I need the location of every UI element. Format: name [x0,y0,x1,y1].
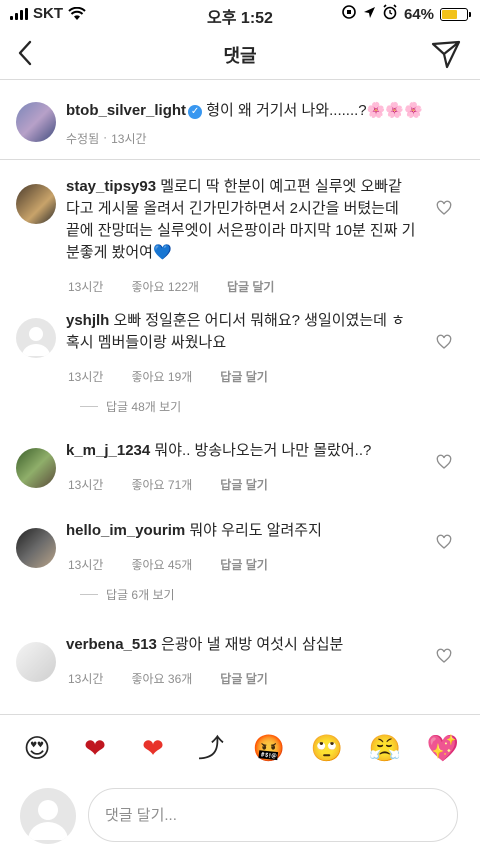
avatar[interactable] [16,318,56,358]
direct-send-icon[interactable] [430,38,462,70]
status-bar: SKT 오후 1:52 64% [0,0,480,28]
avatar[interactable] [16,102,56,142]
reply-button[interactable]: 답글 달기 [220,368,268,385]
comment-time: 13시간 [68,370,104,384]
comment-text-line: 혹시 멤버들이랑 싸웠나요 [66,334,227,351]
battery-icon [440,7,471,21]
caption-username[interactable]: btob_silver_light [66,102,186,119]
avatar[interactable] [16,448,56,488]
my-avatar [20,788,76,844]
comment-username[interactable]: yshjlh [66,312,109,329]
verified-badge-icon: ✓ [188,105,203,119]
page-title: 댓글 [223,46,257,66]
comment-text-line: 분좋게 봤어여💙 [66,244,172,261]
comment-text-line: 뭐야 우리도 알려주지 [189,522,322,539]
rotation-lock-icon [341,4,357,24]
view-replies-label[interactable]: 답글 48개 보기 [106,398,181,415]
comment-composer [0,782,480,854]
comment-username[interactable]: k_m_j_1234 [66,442,150,459]
huffing-face-emoji[interactable]: 😤 [365,729,405,769]
like-heart-icon[interactable] [436,534,452,550]
avatar[interactable] [16,184,56,224]
red-heart-emoji[interactable]: ❤ [133,729,173,769]
comment-text-line: 은광아 낼 재방 여섯시 삼십분 [161,636,344,653]
like-count[interactable]: 좋아요 19개 [131,368,192,385]
view-replies-link[interactable]: 답글 6개 보기 [80,586,175,603]
comment-time: 13시간 [68,672,104,686]
comment-text-line: 오빠 정일훈은 어디서 뭐해요? 생일이였는데 ㅎ [113,312,405,329]
comment-username[interactable]: hello_im_yourim [66,522,185,539]
comment-username[interactable]: stay_tipsy93 [66,178,156,195]
post-caption: btob_silver_light ✓ 형이 왜 거기서 나와.......?🌸🌸… [0,80,480,160]
comment-username[interactable]: verbena_513 [66,636,157,653]
like-heart-icon[interactable] [436,648,452,664]
reply-button[interactable]: 답글 달기 [220,476,268,493]
like-heart-icon[interactable] [436,334,452,350]
comment-text-line: 뭐야.. 방송나오는거 나만 몰랐어..? [154,442,372,459]
comment-text-line: 끝에 잔망떠는 실루엣이 서은팡이라 마지막 10분 진짜 기 [66,222,416,239]
like-heart-icon[interactable] [436,200,452,216]
avatar[interactable] [16,528,56,568]
alarm-icon [382,4,398,24]
comment-text-line: 다고 게시물 올려서 긴가민가하면서 2시간을 버텼는데 [66,200,399,217]
comment-time: 13시간 [68,478,104,492]
caption-time: 13시간 [111,132,147,146]
reply-button[interactable]: 답글 달기 [220,556,268,573]
avatar[interactable] [16,642,56,682]
like-count[interactable]: 좋아요 71개 [131,476,192,493]
reply-button[interactable]: 답글 달기 [227,278,275,295]
view-replies-label[interactable]: 답글 6개 보기 [106,586,175,603]
heart-eyes-emoji[interactable]: 😍 [17,729,57,769]
like-heart-icon[interactable] [436,454,452,470]
emoji-quick-bar: 😍 ❤ ❤ ⤴ 🤬 🙄 😤 💖 [0,714,480,782]
comment-input[interactable] [88,788,458,842]
location-icon [363,6,376,23]
like-count[interactable]: 좋아요 45개 [131,556,192,573]
battery-percent: 64% [403,5,434,23]
eye-roll-emoji[interactable]: 🙄 [307,729,347,769]
arrow-up-icon[interactable]: ⤴ [191,729,231,769]
edited-label: 수정됨 [66,132,100,146]
view-replies-link[interactable]: 답글 48개 보기 [80,398,181,415]
header: 댓글 [0,28,480,80]
cursing-face-emoji[interactable]: 🤬 [249,729,289,769]
dark-heart-emoji[interactable]: ❤ [75,729,115,769]
comment-time: 13시간 [68,280,104,294]
like-count[interactable]: 좋아요 36개 [131,670,192,687]
comment-time: 13시간 [68,558,104,572]
sparkling-heart-emoji[interactable]: 💖 [423,729,463,769]
like-count[interactable]: 좋아요 122개 [131,278,199,295]
reply-button[interactable]: 답글 달기 [220,670,268,687]
caption-text: 형이 왜 거기서 나와.......?🌸🌸🌸 [206,102,423,119]
comment-text-line: 멜로디 딱 한분이 예고편 실루엣 오빠같 [160,178,402,195]
